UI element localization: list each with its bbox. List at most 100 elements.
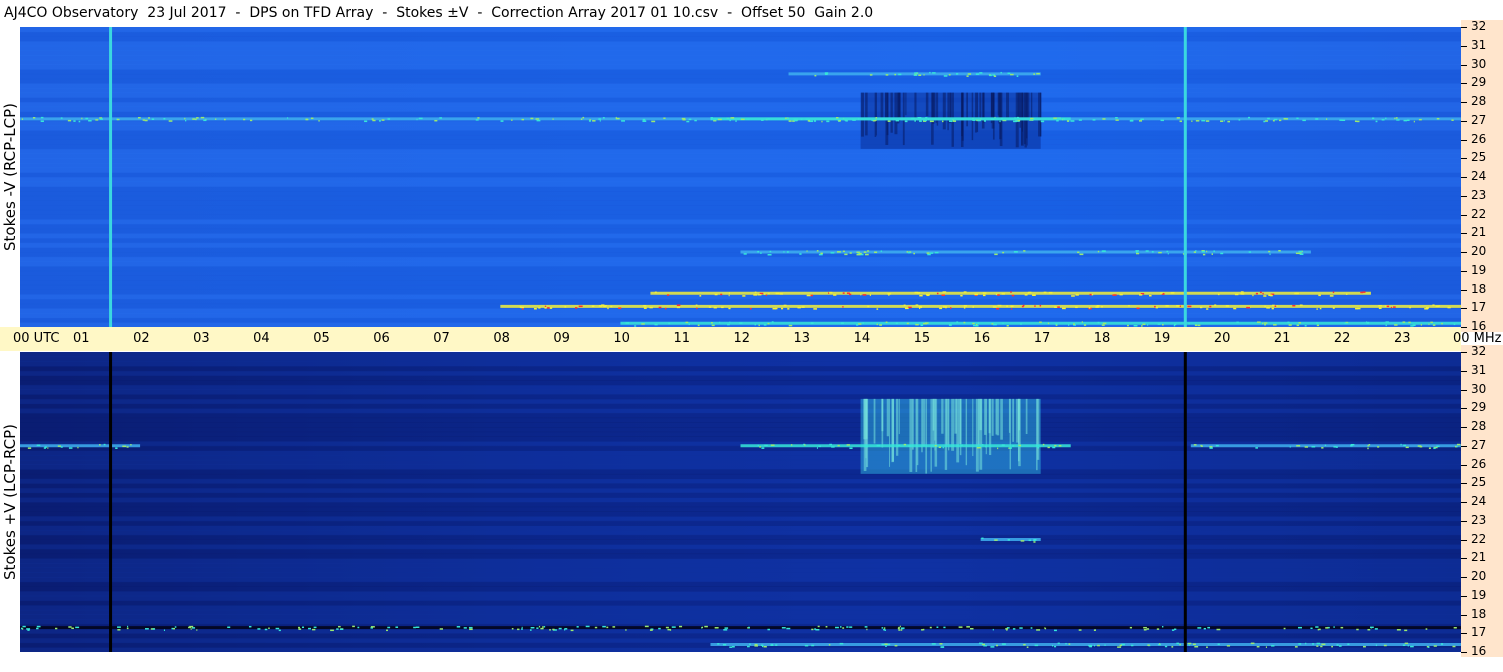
emission-speckle xyxy=(81,117,83,120)
emission-speckle xyxy=(1091,293,1094,296)
emission-speckle xyxy=(903,304,906,307)
emission-speckle xyxy=(813,120,817,122)
emission-speckle xyxy=(1192,643,1196,646)
emission-speckle xyxy=(1154,305,1156,308)
emission-speckle xyxy=(352,625,355,628)
emission-speckle xyxy=(1071,295,1075,297)
emission-speckle xyxy=(786,117,789,119)
emission-speckle xyxy=(148,117,150,119)
emission-speckle xyxy=(1357,307,1361,310)
background-texture-band xyxy=(20,473,1461,480)
emission-speckle xyxy=(1054,444,1057,447)
emission-speckle xyxy=(116,118,120,121)
emission-speckle xyxy=(151,118,155,120)
emission-speckle xyxy=(22,625,26,628)
emission-speckle xyxy=(1026,646,1029,648)
emission-speckle xyxy=(1324,444,1327,447)
emission-speckle xyxy=(831,446,835,448)
emission-speckle xyxy=(994,539,998,541)
frequency-tick-mark xyxy=(1461,233,1467,235)
emission-speckle xyxy=(1294,646,1298,648)
background-texture-band xyxy=(20,356,1461,362)
activity-streak xyxy=(916,398,919,466)
emission-speckle xyxy=(900,629,903,631)
emission-speckle xyxy=(1187,642,1192,645)
emission-speckle xyxy=(511,628,514,630)
emission-speckle xyxy=(1326,118,1328,120)
emission-speckle xyxy=(1201,250,1205,253)
activity-streak xyxy=(1025,398,1028,435)
emission-speckle xyxy=(305,118,308,121)
emission-speckle xyxy=(779,293,783,295)
background-texture-band xyxy=(20,233,1461,239)
emission-speckle xyxy=(936,292,939,295)
emission-speckle xyxy=(200,116,205,119)
emission-speckle xyxy=(1259,291,1262,294)
emission-speckle xyxy=(1195,120,1200,122)
emission-speckle xyxy=(757,444,759,447)
emission-speckle xyxy=(27,629,30,631)
frequency-tick-label: 18 xyxy=(1471,606,1487,621)
emission-speckle xyxy=(1057,642,1060,645)
emission-speckle xyxy=(963,291,967,293)
emission-speckle xyxy=(871,119,874,121)
background-texture-band xyxy=(20,214,1461,220)
emission-speckle xyxy=(1093,629,1096,631)
background-texture-band xyxy=(20,412,1461,419)
time-tick-label: 05 xyxy=(313,331,330,346)
activity-streak xyxy=(925,92,929,117)
frequency-tick-label: 17 xyxy=(1471,300,1487,315)
emission-speckle xyxy=(701,626,704,629)
emission-speckle xyxy=(1176,305,1180,307)
emission-speckle xyxy=(1394,324,1398,326)
emission-speckle xyxy=(765,294,767,296)
emission-speckle xyxy=(1456,445,1458,448)
background-texture-band xyxy=(20,298,1461,305)
emission-speckle xyxy=(945,306,947,309)
background-texture-band xyxy=(20,312,1461,319)
background-texture-band xyxy=(20,31,1461,37)
emission-speckle xyxy=(1092,119,1096,121)
emission-speckle xyxy=(982,292,987,294)
emission-speckle xyxy=(975,73,980,75)
emission-speckle xyxy=(1215,444,1219,447)
emission-speckle xyxy=(416,118,418,121)
emission-speckle xyxy=(1274,305,1277,307)
emission-speckle xyxy=(1433,645,1437,647)
emission-speckle xyxy=(1246,306,1251,309)
background-texture-band xyxy=(20,633,1461,639)
emission-speckle xyxy=(607,307,609,310)
background-texture-band xyxy=(20,167,1461,173)
emission-speckle xyxy=(977,322,980,325)
frequency-tick-label: 25 xyxy=(1471,150,1487,165)
emission-speckle xyxy=(1436,117,1440,120)
emission-speckle xyxy=(1193,444,1197,446)
background-texture-band xyxy=(20,562,1461,569)
emission-speckle xyxy=(1317,628,1320,631)
activity-streak xyxy=(941,398,944,434)
background-texture-band xyxy=(20,370,1461,376)
emission-speckle xyxy=(1083,324,1087,326)
emission-speckle xyxy=(727,323,730,326)
emission-speckle xyxy=(1028,539,1032,542)
emission-speckle xyxy=(708,306,712,308)
emission-speckle xyxy=(60,117,63,119)
emission-speckle xyxy=(884,643,888,645)
activity-streak xyxy=(865,92,868,136)
emission-speckle xyxy=(1428,447,1431,450)
emission-speckle xyxy=(881,643,885,646)
emission-speckle xyxy=(767,322,770,325)
top-panel-label: Stokes -V (RCP-LCP) xyxy=(0,27,20,327)
emission-speckle xyxy=(929,626,932,629)
emission-speckle xyxy=(126,446,129,448)
time-tick-label: 17 xyxy=(1033,331,1051,346)
emission-speckle xyxy=(99,118,103,120)
background-texture-band xyxy=(20,256,1461,262)
emission-speckle xyxy=(338,625,341,628)
emission-speckle xyxy=(1042,443,1045,446)
frequency-tick-label: 24 xyxy=(1471,169,1487,183)
emission-speckle xyxy=(694,119,697,122)
emission-speckle xyxy=(1273,118,1278,121)
emission-speckle xyxy=(668,322,671,325)
activity-streak xyxy=(944,398,948,470)
